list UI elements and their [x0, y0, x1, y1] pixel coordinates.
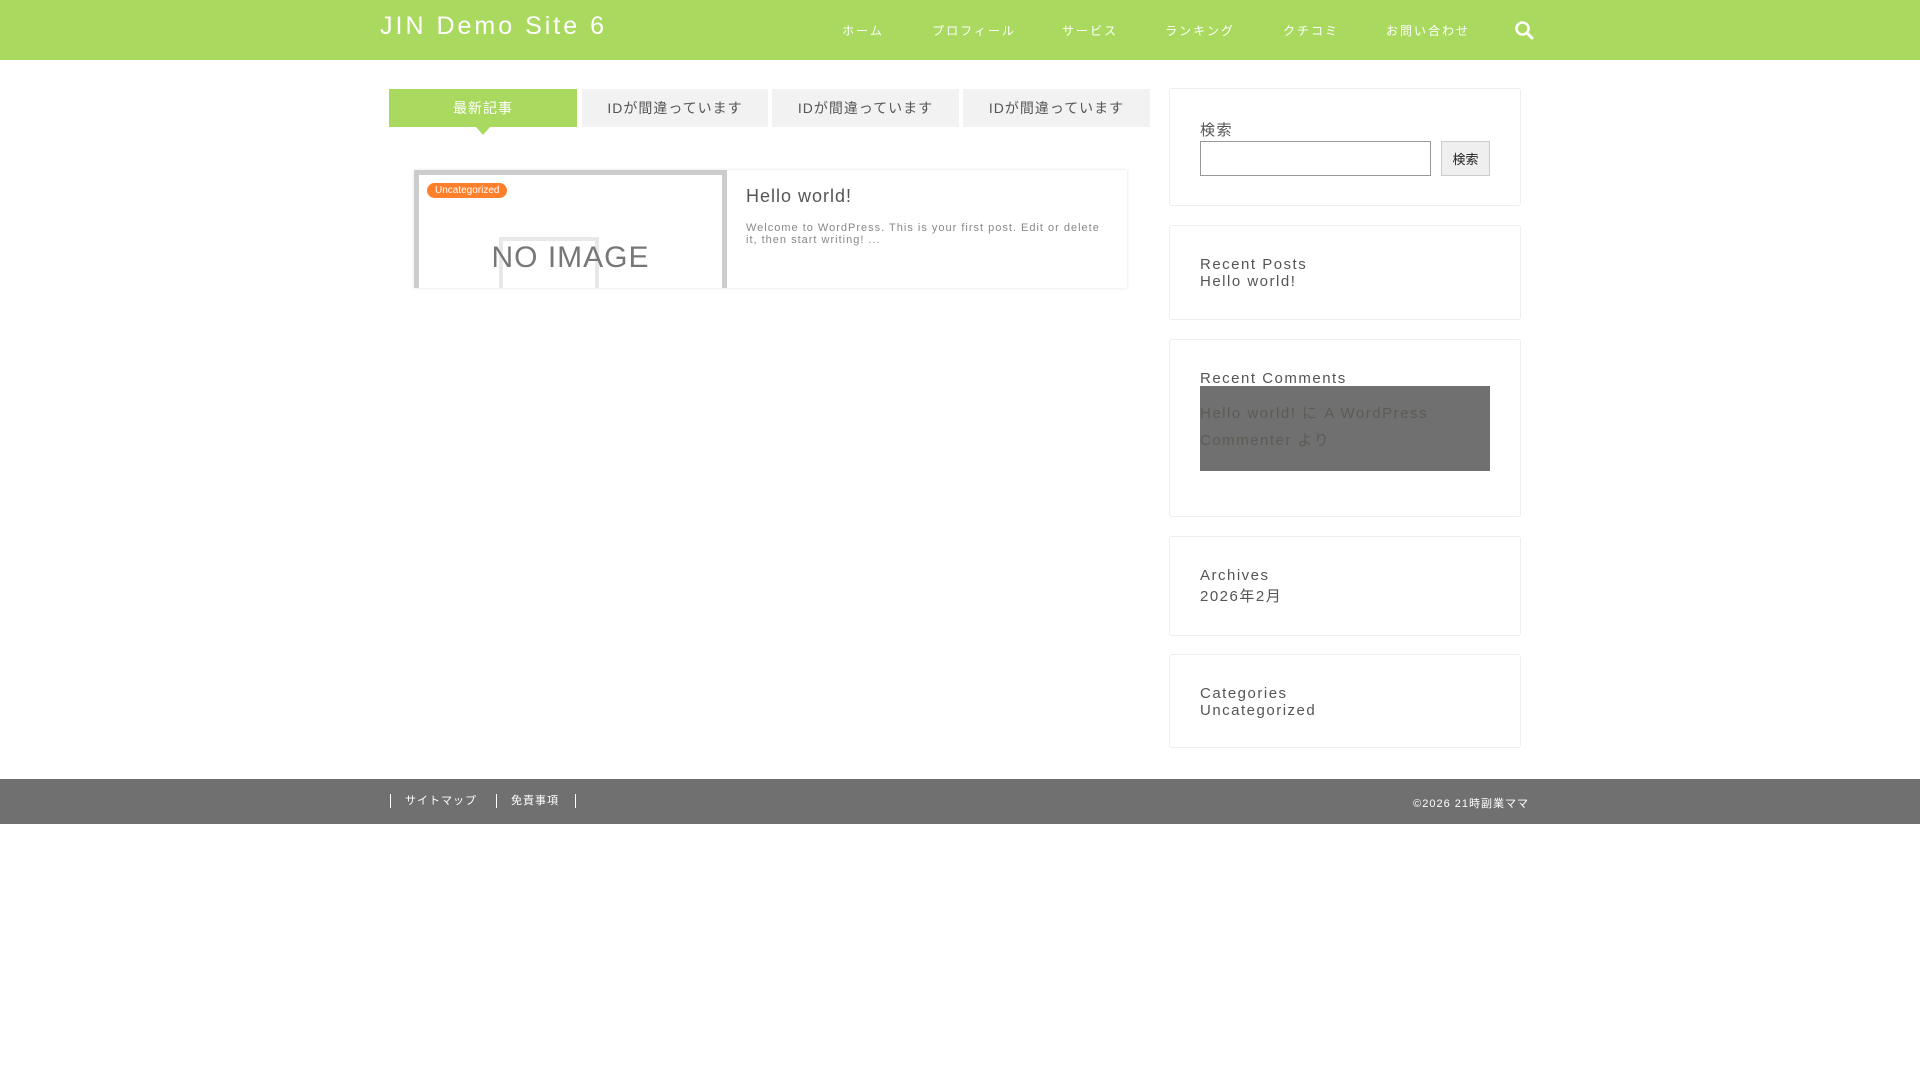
category-link[interactable]: Uncategorized — [1200, 702, 1316, 719]
post-thumbnail[interactable]: NO IMAGE Uncategorized — [414, 170, 727, 288]
comment-line-2[interactable]: Commenter より — [1200, 427, 1490, 454]
tab-3[interactable]: IDが間違っています — [772, 89, 959, 127]
post-excerpt: Welcome to WordPress. This is your first… — [746, 222, 1100, 246]
tab-4[interactable]: IDが間違っています — [963, 89, 1150, 127]
post-card[interactable]: NO IMAGE Uncategorized Hello world! Welc… — [414, 170, 1127, 288]
nav-profile[interactable]: プロフィール — [932, 22, 1016, 39]
site-footer: サイトマップ 免責事項 ©2026 21時副業ママ — [0, 779, 1920, 824]
recent-post-link[interactable]: Hello world! — [1200, 273, 1296, 290]
widget-title: Recent Comments — [1200, 370, 1347, 387]
search-input[interactable] — [1200, 141, 1431, 176]
tab-2[interactable]: IDが間違っています — [582, 89, 768, 127]
copyright: ©2026 21時副業ママ — [1413, 798, 1529, 810]
site-title[interactable]: JIN Demo Site 6 — [380, 12, 607, 41]
search-icon[interactable] — [1514, 20, 1534, 40]
recent-posts-widget: Recent Posts Hello world! — [1169, 225, 1521, 320]
recent-comment-item[interactable]: Hello world! に A WordPress Commenter より — [1200, 386, 1490, 471]
footer-divider — [575, 794, 576, 808]
category-badge[interactable]: Uncategorized — [427, 183, 508, 198]
widget-title: Categories — [1200, 685, 1288, 702]
search-widget: 検索 検索 — [1169, 88, 1521, 206]
nav-ranking[interactable]: ランキング — [1165, 22, 1235, 39]
site-header: JIN Demo Site 6 ホーム プロフィール サービス ランキング クチ… — [0, 0, 1920, 60]
recent-comments-widget: Recent Comments Hello world! に A WordPre… — [1169, 339, 1521, 517]
widget-title: Recent Posts — [1200, 256, 1308, 273]
widget-title: Archives — [1200, 567, 1270, 584]
nav-service[interactable]: サービス — [1062, 22, 1118, 39]
archive-link[interactable]: 2026年2月 — [1200, 585, 1282, 606]
nav-contact[interactable]: お問い合わせ — [1386, 22, 1470, 39]
no-image-text: NO IMAGE — [491, 241, 650, 274]
search-button[interactable]: 検索 — [1441, 141, 1490, 176]
archives-widget: Archives 2026年2月 — [1169, 536, 1521, 636]
footer-disclaimer-link[interactable]: 免責事項 — [496, 794, 573, 808]
categories-widget: Categories Uncategorized — [1169, 654, 1521, 748]
post-title[interactable]: Hello world! — [746, 186, 852, 207]
footer-sitemap-link[interactable]: サイトマップ — [390, 794, 491, 808]
comment-line-1[interactable]: Hello world! に A WordPress — [1200, 400, 1490, 427]
nav-home[interactable]: ホーム — [842, 22, 884, 39]
tab-latest[interactable]: 最新記事 — [389, 89, 577, 135]
nav-reviews[interactable]: クチコミ — [1283, 22, 1339, 39]
widget-title: 検索 — [1200, 122, 1234, 139]
